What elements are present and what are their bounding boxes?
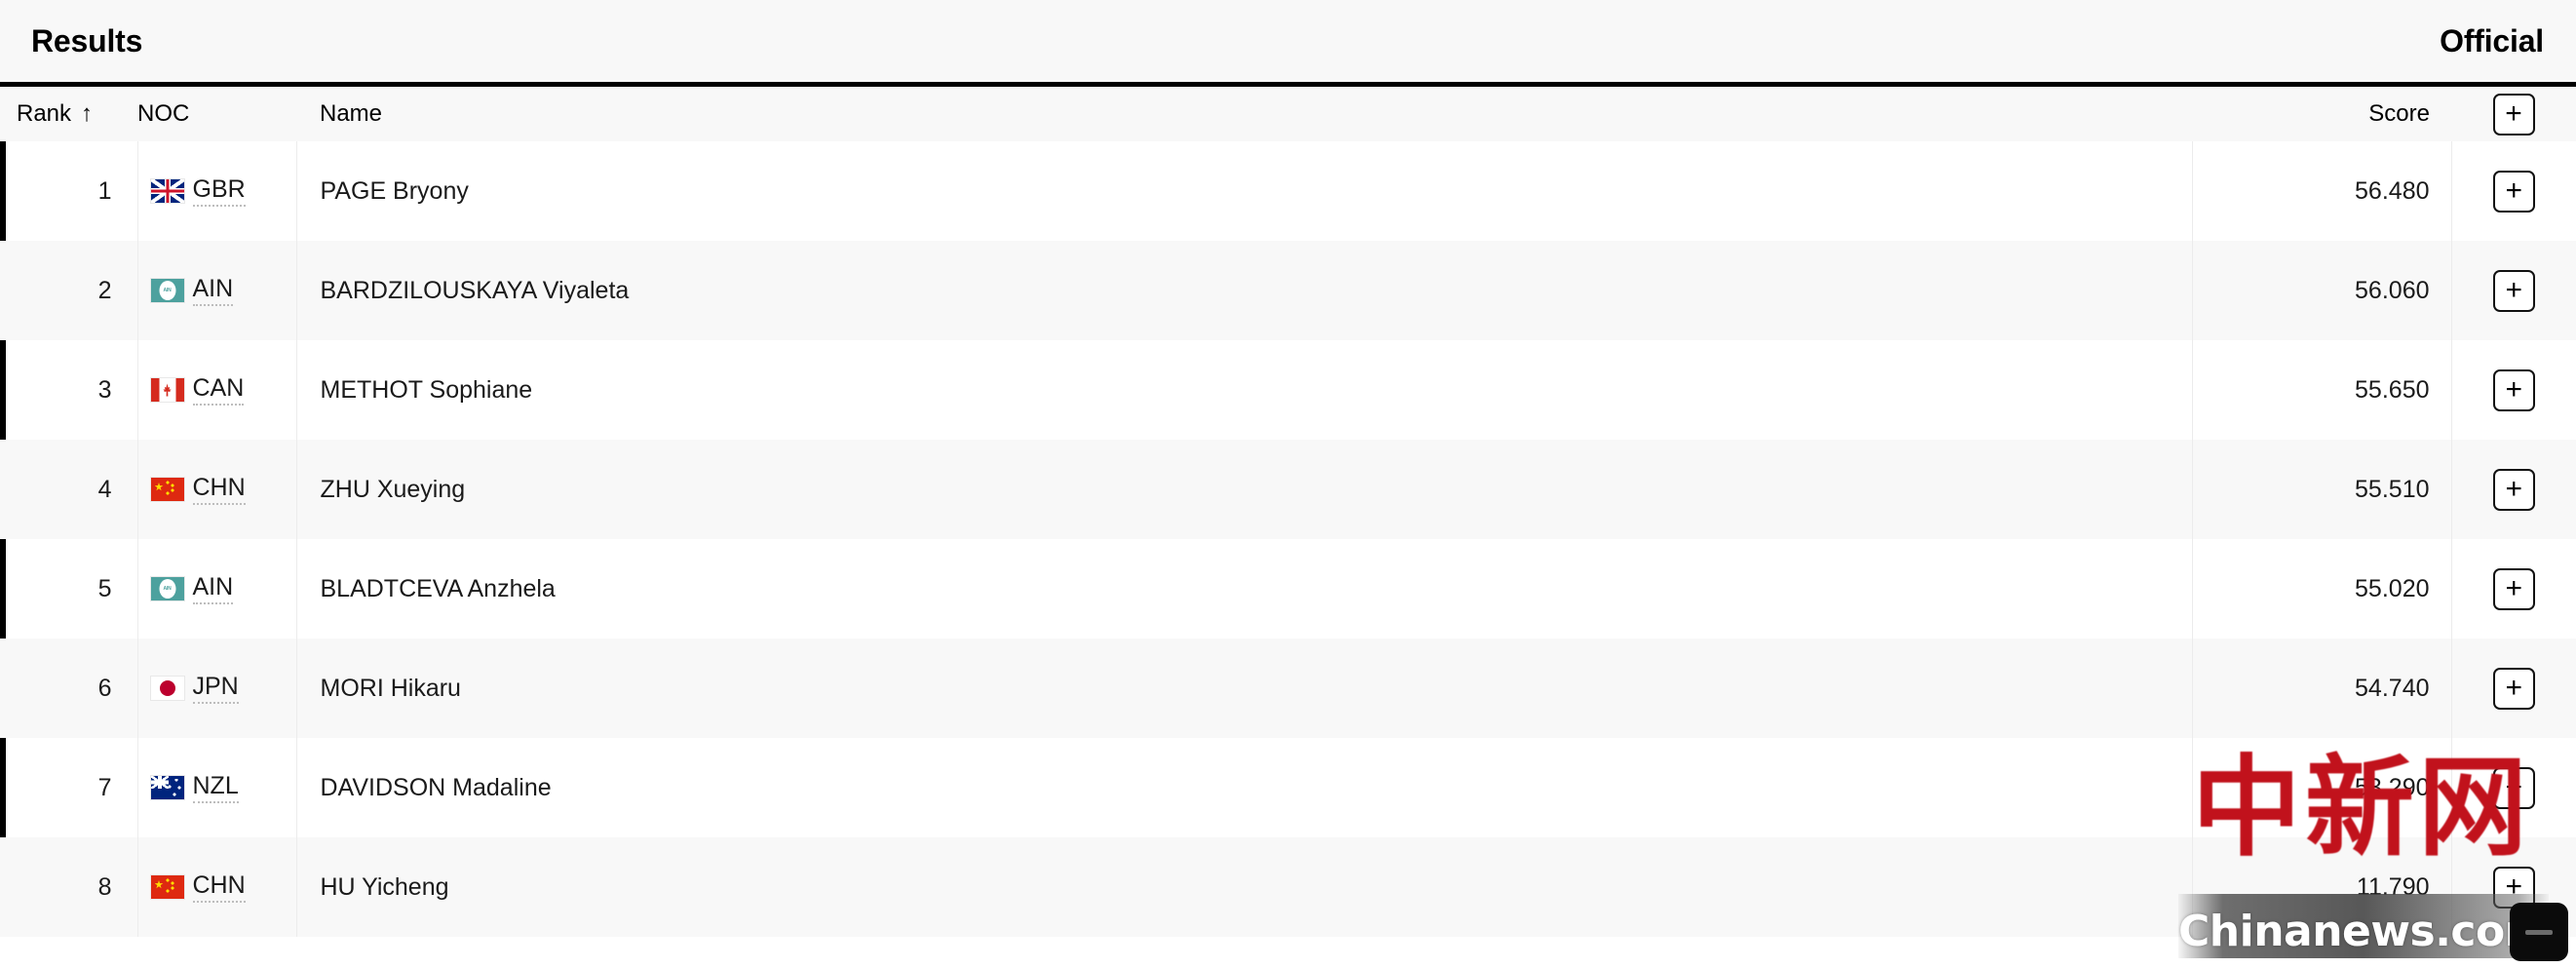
cell-athlete-name[interactable]: PAGE Bryony xyxy=(296,141,2193,241)
cell-rank: 2 xyxy=(0,241,138,340)
cell-athlete-name[interactable]: METHOT Sophiane xyxy=(296,340,2193,440)
results-page: Results Official Rank ↑ NOC Name Score + … xyxy=(0,0,2576,968)
cell-noc: CHN xyxy=(137,440,297,539)
results-header: Results Official xyxy=(0,0,2576,82)
cell-athlete-name[interactable]: BLADTCEVA Anzhela xyxy=(296,539,2193,639)
noc-code[interactable]: AIN xyxy=(192,275,234,306)
cell-athlete-name[interactable]: HU Yicheng xyxy=(296,837,2193,937)
cell-expand: + xyxy=(2451,738,2576,837)
flag-icon-ain xyxy=(149,576,185,601)
cell-noc: CAN xyxy=(137,340,297,440)
expand-all-button[interactable]: + xyxy=(2492,93,2535,136)
cell-expand: + xyxy=(2451,340,2576,440)
expand-row-button[interactable]: + xyxy=(2492,170,2535,213)
column-header-name[interactable]: Name xyxy=(296,87,2192,141)
expand-row-button[interactable]: + xyxy=(2492,667,2535,710)
table-row[interactable]: 7 NZL DAVIDSON Madaline 53.290 + xyxy=(0,738,2576,837)
noc-wrapper: CHN xyxy=(149,871,296,903)
column-header-rank[interactable]: Rank ↑ xyxy=(0,87,137,141)
table-row[interactable]: 6 JPN MORI Hikaru 54.740 + xyxy=(0,639,2576,738)
cell-score: 55.510 xyxy=(2192,440,2452,539)
cell-expand: + xyxy=(2451,639,2576,738)
status-badge: Official xyxy=(2440,23,2544,58)
table-row[interactable]: 2 AIN BARDZILOUSKAYA Viyaleta56.060 + xyxy=(0,241,2576,340)
cell-noc: CHN xyxy=(137,837,297,937)
expand-row-button[interactable]: + xyxy=(2492,567,2535,610)
expand-row-button[interactable]: + xyxy=(2492,468,2535,511)
column-header-score[interactable]: Score xyxy=(2192,87,2451,141)
table-row[interactable]: 8 CHN HU Yicheng 11.790 + xyxy=(0,837,2576,937)
cell-rank: 8 xyxy=(0,837,138,937)
column-header-add: + xyxy=(2451,87,2576,141)
page-title: Results xyxy=(31,23,143,58)
expand-row-button[interactable]: + xyxy=(2492,368,2535,411)
noc-code[interactable]: GBR xyxy=(192,175,246,207)
cell-rank: 1 xyxy=(0,141,138,241)
expand-row-button[interactable]: + xyxy=(2492,269,2535,312)
sort-ascending-icon[interactable]: ↑ xyxy=(71,100,96,128)
cell-rank: 6 xyxy=(0,639,138,738)
cell-score: 11.790 xyxy=(2192,837,2452,937)
cell-noc: AIN xyxy=(137,539,297,639)
cell-athlete-name[interactable]: BARDZILOUSKAYA Viyaleta xyxy=(296,241,2193,340)
noc-wrapper: NZL xyxy=(149,772,296,803)
noc-code[interactable]: JPN xyxy=(192,673,239,704)
cell-noc: JPN xyxy=(137,639,297,738)
flag-icon-gbr xyxy=(149,178,185,204)
cell-rank: 4 xyxy=(0,440,138,539)
noc-wrapper: GBR xyxy=(149,175,296,207)
table-row[interactable]: 5 AIN BLADTCEVA Anzhela55.020 + xyxy=(0,539,2576,639)
noc-code[interactable]: AIN xyxy=(192,573,234,604)
noc-wrapper: JPN xyxy=(149,673,296,704)
cell-score: 56.480 xyxy=(2192,141,2452,241)
cell-noc: AIN xyxy=(137,241,297,340)
flag-icon-ain xyxy=(149,278,185,303)
cell-noc: NZL xyxy=(137,738,297,837)
noc-wrapper: AIN xyxy=(149,573,296,604)
cell-expand: + xyxy=(2451,241,2576,340)
table-row[interactable]: 4 CHN ZHU Xueying 55.510 + xyxy=(0,440,2576,539)
cell-expand: + xyxy=(2451,539,2576,639)
column-header-noc[interactable]: NOC xyxy=(137,87,296,141)
expand-row-button[interactable]: + xyxy=(2492,766,2535,809)
noc-code[interactable]: CHN xyxy=(192,474,246,505)
cell-athlete-name[interactable]: MORI Hikaru xyxy=(296,639,2193,738)
table-body: 1 GBR PAGE Bryony56.480 +2 AIN BARDZILOUSKAYA… xyxy=(0,141,2576,937)
cell-score: 53.290 xyxy=(2192,738,2452,837)
noc-code[interactable]: CHN xyxy=(192,871,246,903)
cell-athlete-name[interactable]: ZHU Xueying xyxy=(296,440,2193,539)
flag-icon-jpn xyxy=(149,676,185,701)
flag-icon-chn xyxy=(149,477,185,502)
cell-score: 55.020 xyxy=(2192,539,2452,639)
noc-code[interactable]: NZL xyxy=(192,772,239,803)
results-table: Rank ↑ NOC Name Score + 1 GBR PAGE Bryony 56… xyxy=(0,87,2576,937)
cell-expand: + xyxy=(2451,440,2576,539)
column-header-rank-label: Rank xyxy=(17,100,72,127)
cell-noc: GBR xyxy=(137,141,297,241)
table-row[interactable]: 3 CAN METHOT Sophiane 55.650 + xyxy=(0,340,2576,440)
minimize-icon xyxy=(2525,929,2553,935)
cell-score: 56.060 xyxy=(2192,241,2452,340)
cell-rank: 7 xyxy=(0,738,138,837)
flag-icon-chn xyxy=(149,874,185,900)
table-header-row: Rank ↑ NOC Name Score + xyxy=(0,87,2576,141)
cell-athlete-name[interactable]: DAVIDSON Madaline xyxy=(296,738,2193,837)
cell-expand: + xyxy=(2451,141,2576,241)
flag-icon-can xyxy=(149,377,185,403)
noc-code[interactable]: CAN xyxy=(192,374,245,406)
noc-wrapper: CHN xyxy=(149,474,296,505)
noc-wrapper: AIN xyxy=(149,275,296,306)
table-header: Rank ↑ NOC Name Score + xyxy=(0,87,2576,141)
cell-score: 54.740 xyxy=(2192,639,2452,738)
table-row[interactable]: 1 GBR PAGE Bryony 56.480 + xyxy=(0,141,2576,241)
cell-rank: 5 xyxy=(0,539,138,639)
noc-wrapper: CAN xyxy=(149,374,296,406)
cell-rank: 3 xyxy=(0,340,138,440)
cell-score: 55.650 xyxy=(2192,340,2452,440)
minimize-button[interactable] xyxy=(2510,903,2568,961)
flag-icon-nzl xyxy=(149,775,185,800)
